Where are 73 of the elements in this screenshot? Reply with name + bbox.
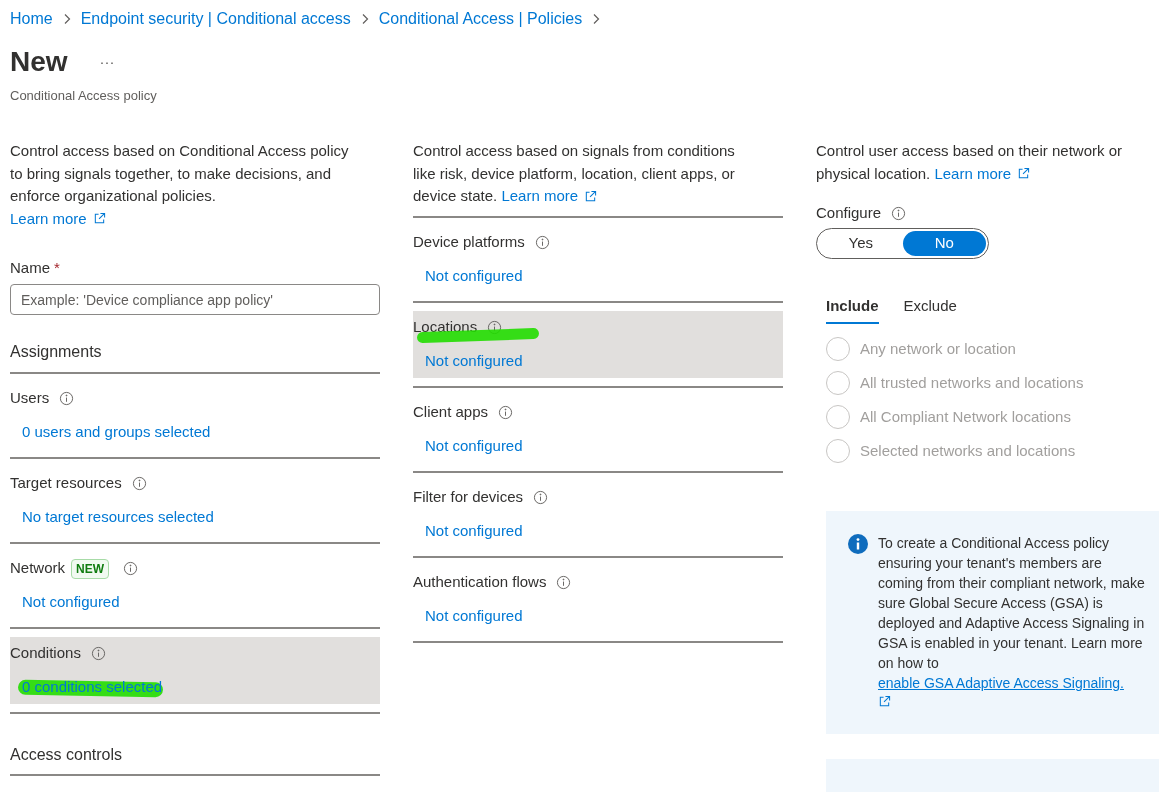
radio-label: All Compliant Network locations xyxy=(860,406,1071,427)
settings-row[interactable]: Filter for devices Not configured xyxy=(413,480,783,548)
chevron-icon xyxy=(360,13,369,25)
item-label: Network xyxy=(10,558,65,579)
section-heading: Assignments xyxy=(10,342,103,362)
description-text: Control user access based on their network or physical location. Learn more xyxy=(816,140,1159,185)
item-label: Device platforms xyxy=(413,232,525,253)
item-label: Client apps xyxy=(413,402,489,423)
item-label: Target resources xyxy=(10,473,122,494)
info-icon[interactable] xyxy=(533,490,549,505)
breadcrumb-link[interactable]: Conditional Access | Policies xyxy=(378,7,583,31)
settings-row[interactable]: Users 0 users and groups selected xyxy=(10,381,380,449)
info-icon[interactable] xyxy=(556,575,572,590)
page-title: New xyxy=(10,45,68,79)
info-icon[interactable] xyxy=(534,235,550,250)
item-link[interactable]: Not configured xyxy=(425,350,523,373)
name-input[interactable]: Example: 'Device compliance app policy' xyxy=(10,284,380,315)
section-heading: Access controls xyxy=(10,744,124,765)
settings-row[interactable]: Locations Not configured xyxy=(413,310,783,378)
radio-label: All trusted networks and locations xyxy=(860,372,1084,393)
info-icon[interactable] xyxy=(59,391,75,406)
breadcrumb-link[interactable]: Endpoint security | Conditional access xyxy=(80,7,351,31)
toggle-option[interactable]: No xyxy=(902,231,986,256)
info-icon[interactable] xyxy=(131,476,147,491)
settings-row[interactable]: Network NEW Not configured xyxy=(10,551,380,619)
description-text: Control access based on Conditional Access policy to bring signals together, to make decisions, and enforce organizational policies. xyxy=(10,141,350,206)
item-link[interactable]: Not configured xyxy=(22,591,120,614)
item-link[interactable]: Not configured xyxy=(425,520,523,543)
item-label: Users xyxy=(10,388,50,409)
info-icon[interactable] xyxy=(90,646,106,661)
tab[interactable]: Exclude xyxy=(903,290,957,324)
learn-more-link[interactable]: Learn more xyxy=(10,207,87,230)
chevron-icon xyxy=(62,13,71,25)
info-text: To create a Conditional Access policy ensuring your tenant's members are coming from their compliant network, make sure Global Secure Access (GSA) is deployed and Adaptive Access Signaling in GSA is enabled in your tenant. Learn more on how to xyxy=(878,534,1146,673)
item-link[interactable]: Not configured xyxy=(425,265,523,288)
chevron-icon xyxy=(592,13,601,25)
info-icon[interactable] xyxy=(123,561,138,576)
field-label: Name xyxy=(10,257,50,278)
item-link[interactable]: Not configured xyxy=(425,605,523,628)
description-text: Control access based on signals from conditions like risk, device platform, location, client apps, or device state. Learn more xyxy=(413,140,758,208)
item-label: Authentication flows xyxy=(413,572,547,593)
settings-row[interactable]: Client apps Not configured xyxy=(413,395,783,463)
new-badge: NEW xyxy=(71,558,109,579)
page-subtitle: Conditional Access policy xyxy=(10,87,158,105)
tab[interactable]: Include xyxy=(826,290,879,324)
settings-row[interactable]: Authentication flows Not configured xyxy=(413,565,783,633)
more-button[interactable]: ··· xyxy=(95,50,119,74)
breadcrumb-link[interactable]: Home xyxy=(10,7,53,31)
settings-row[interactable]: Target resources No target resources selected xyxy=(10,466,380,534)
item-link[interactable]: Not configured xyxy=(425,435,523,458)
settings-row[interactable]: Conditions 0 conditions selected xyxy=(10,636,380,704)
external-link-icon[interactable] xyxy=(584,189,598,203)
item-link[interactable]: 0 conditions selected xyxy=(22,676,163,699)
info-icon[interactable] xyxy=(498,405,514,420)
required-mark: * xyxy=(54,257,60,278)
info-icon xyxy=(848,534,868,554)
radio-label: Selected networks and locations xyxy=(860,440,1076,461)
field-label: Configure xyxy=(816,202,882,223)
settings-row[interactable]: Device platforms Not configured xyxy=(413,225,783,293)
external-link-icon[interactable] xyxy=(92,212,106,226)
item-label: Conditions xyxy=(10,643,81,664)
external-link-icon[interactable] xyxy=(1017,167,1031,181)
gsa-link[interactable]: enable GSA Adaptive Access Signaling. xyxy=(878,675,1124,691)
item-link[interactable]: 0 users and groups selected xyxy=(22,421,211,444)
external-link-icon[interactable] xyxy=(878,695,891,708)
item-label: Filter for devices xyxy=(413,487,524,508)
info-icon[interactable] xyxy=(891,205,907,221)
learn-more-link[interactable]: Learn more xyxy=(501,185,579,208)
item-label: Locations xyxy=(413,317,478,338)
learn-more-link[interactable]: Learn more xyxy=(934,162,1012,185)
toggle-option[interactable]: Yes xyxy=(819,231,903,256)
item-link[interactable]: No target resources selected xyxy=(22,506,214,529)
radio-label: Any network or location xyxy=(860,338,1016,359)
